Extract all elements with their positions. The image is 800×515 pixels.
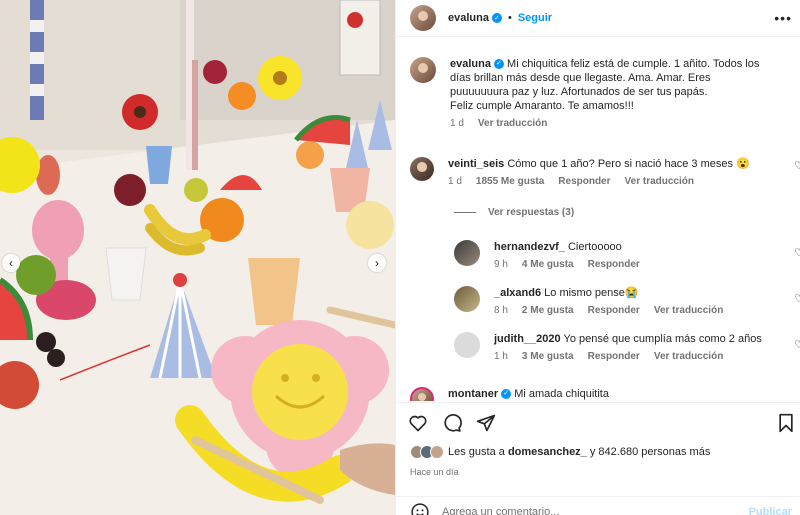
comment-reply-button[interactable]: Responder	[558, 175, 610, 189]
post-photo[interactable]: ‹ ›	[0, 0, 395, 515]
post-details-panel: evaluna ✓ • Seguir ••• evaluna ✓ Mi chiqu…	[395, 0, 800, 515]
reply-likes[interactable]: 2 Me gusta	[522, 304, 574, 318]
reply-username[interactable]: judith__2020	[494, 333, 561, 345]
comment-text: Cómo que 1 año? Pero si nació hace 3 mes…	[507, 158, 750, 170]
reply-translate-link[interactable]: Ver traducción	[654, 304, 723, 318]
reply-time: 8 h	[494, 305, 508, 316]
reply-text: Yo pensé que cumplía más como 2 años	[563, 333, 762, 345]
caption-username[interactable]: evaluna	[450, 58, 491, 70]
post-actions-bar	[396, 402, 800, 442]
comment-composer: Publicar	[396, 496, 800, 515]
comment-username[interactable]: montaner	[448, 388, 498, 400]
comment-time: 1 d	[448, 176, 462, 187]
author-avatar[interactable]	[410, 5, 436, 31]
caption-avatar[interactable]	[410, 57, 436, 83]
commenter-avatar[interactable]	[410, 387, 434, 401]
reply-username[interactable]: hernandezvf_	[494, 241, 565, 253]
verified-icon: ✓	[491, 13, 502, 23]
share-icon[interactable]	[476, 413, 496, 433]
comment-username[interactable]: veinti_seis	[448, 158, 504, 170]
liker-avatar	[430, 445, 444, 459]
like-heart-icon[interactable]	[408, 413, 428, 433]
reply-item: _alxand6 Lo mismo pense😭 8 h 2 Me gusta …	[454, 286, 800, 318]
carousel-prev-button[interactable]: ‹	[2, 254, 20, 272]
likes-suffix[interactable]: y 842.680 personas más	[590, 446, 710, 458]
reply-like-heart-icon[interactable]: ♡	[794, 246, 800, 259]
verified-icon: ✓	[501, 389, 512, 400]
reply-time: 9 h	[494, 259, 508, 270]
view-replies-button[interactable]: Ver respuestas (3)	[454, 207, 574, 218]
caption-time: 1 d	[450, 118, 464, 129]
likes-prefix: Les gusta a	[448, 446, 505, 458]
likes-summary: Les gusta a domesanchez_ y 842.680 perso…	[410, 445, 710, 459]
verified-icon: ✓	[493, 59, 504, 70]
divider	[454, 212, 476, 213]
separator-dot: •	[507, 12, 512, 24]
more-options-icon[interactable]: •••	[774, 10, 792, 26]
reply-likes[interactable]: 4 Me gusta	[522, 258, 574, 272]
reply-like-heart-icon[interactable]: ♡	[794, 292, 800, 305]
comment-like-heart-icon[interactable]: ♡	[794, 159, 800, 172]
likes-user[interactable]: domesanchez_	[508, 446, 587, 458]
view-replies-label[interactable]: Ver respuestas (3)	[488, 207, 574, 218]
emoji-icon[interactable]	[410, 502, 430, 515]
follow-button[interactable]: Seguir	[518, 12, 552, 24]
author-username[interactable]: evaluna	[448, 12, 489, 24]
reply-item: hernandezvf_ Ciertooooo 9 h 4 Me gusta R…	[454, 240, 800, 272]
reply-text: Lo mismo pense😭	[544, 287, 639, 299]
reply-reply-button[interactable]: Responder	[588, 304, 640, 318]
reply-reply-button[interactable]: Responder	[588, 350, 640, 364]
comment-icon[interactable]	[442, 413, 462, 433]
reply-text: Ciertooooo	[567, 241, 622, 253]
reply-likes[interactable]: 3 Me gusta	[522, 350, 574, 364]
comment-translate-link[interactable]: Ver traducción	[625, 175, 694, 189]
caption-text-line2: Feliz cumple Amaranto. Te amamos!!!	[450, 100, 634, 112]
reply-avatar[interactable]	[454, 286, 480, 312]
comment-item: montaner ✓ Mi amada chiquitita	[410, 387, 800, 401]
comment-likes[interactable]: 1855 Me gusta	[476, 175, 544, 189]
reply-translate-link[interactable]: Ver traducción	[654, 350, 723, 364]
likes-text[interactable]: Les gusta a domesanchez_ y 842.680 perso…	[448, 446, 710, 458]
party-table-illustration	[0, 0, 395, 515]
reply-item: judith__2020 Yo pensé que cumplía más co…	[454, 332, 800, 364]
carousel-next-button[interactable]: ›	[368, 254, 386, 272]
reply-time: 1 h	[494, 351, 508, 362]
reply-reply-button[interactable]: Responder	[588, 258, 640, 272]
publish-button[interactable]: Publicar	[749, 506, 792, 515]
post-header: evaluna ✓ • Seguir •••	[396, 0, 800, 37]
reply-avatar[interactable]	[454, 332, 480, 358]
post-time: Hace un día	[410, 467, 459, 477]
caption-translate-link[interactable]: Ver traducción	[478, 117, 547, 131]
reply-username[interactable]: _alxand6	[494, 287, 541, 299]
comment-input[interactable]	[442, 505, 722, 515]
reply-like-heart-icon[interactable]: ♡	[794, 338, 800, 351]
comments-list: evaluna ✓ Mi chiquitica feliz está de cum…	[396, 37, 800, 401]
commenter-avatar[interactable]	[410, 157, 434, 181]
caption: evaluna ✓ Mi chiquitica feliz está de cum…	[410, 57, 800, 131]
comment-item: veinti_seis Cómo que 1 año? Pero si naci…	[410, 157, 800, 189]
reply-avatar[interactable]	[454, 240, 480, 266]
comment-text: Mi amada chiquitita	[514, 388, 609, 400]
save-bookmark-icon[interactable]	[776, 413, 796, 433]
